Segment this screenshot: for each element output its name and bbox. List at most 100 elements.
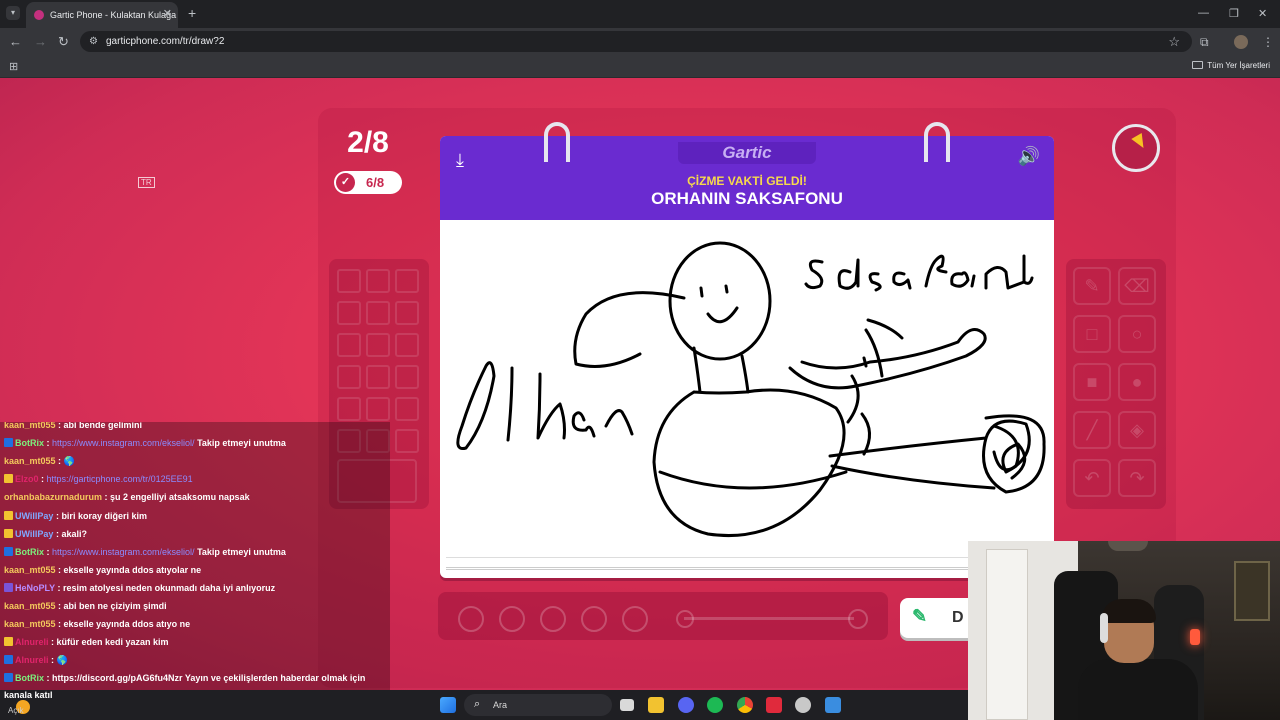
new-tab-icon[interactable]: +	[188, 5, 196, 21]
brush-size-option[interactable]	[622, 606, 648, 632]
ellipse-tool-icon[interactable]: ○	[1118, 315, 1156, 353]
chat-username[interactable]: orhanbabazurnadurum	[4, 492, 102, 502]
download-icon[interactable]: ⤓	[456, 150, 464, 171]
speaker-icon[interactable]: 🔊	[1018, 146, 1040, 167]
line-tool-icon[interactable]: ╱	[1073, 411, 1111, 449]
app-icon[interactable]	[825, 697, 841, 713]
site-info-icon[interactable]: ⚙	[89, 36, 98, 47]
chat-username[interactable]: kaan_mt055	[4, 422, 56, 430]
apps-grid-icon[interactable]: ⊞	[9, 60, 18, 73]
chat-link[interactable]: https://www.instagram.com/ekseliol/	[52, 547, 195, 557]
color-swatch[interactable]	[395, 365, 419, 389]
fill-bucket-tool-icon[interactable]: ◈	[1118, 411, 1156, 449]
brush-size-option[interactable]	[499, 606, 525, 632]
extensions-icon[interactable]: ⧉	[1200, 35, 1209, 50]
restore-icon[interactable]: ❐	[1229, 7, 1239, 20]
color-swatch[interactable]	[337, 397, 361, 421]
brush-size-option[interactable]	[581, 606, 607, 632]
chat-username[interactable]: kaan_mt055	[4, 456, 56, 466]
taskbar-search[interactable]: ⌕ Ara	[464, 694, 612, 716]
chat-text: Takip etmeyi unutma	[197, 438, 286, 449]
settings-icon[interactable]	[795, 697, 811, 713]
opacity-slider-track[interactable]	[684, 617, 854, 620]
chat-badge-icon	[4, 474, 13, 484]
color-swatch[interactable]	[366, 365, 390, 389]
app-icon[interactable]	[766, 697, 782, 713]
windows-start-icon[interactable]	[440, 697, 456, 713]
all-bookmarks-label: Tüm Yer İşaretleri	[1207, 61, 1270, 70]
chat-username[interactable]: UWillPay	[15, 511, 53, 521]
chrome-icon[interactable]	[737, 697, 753, 713]
chat-link[interactable]: https://garticphone.com/tr/0125EE91	[47, 474, 193, 484]
undo-icon[interactable]: ↶	[1073, 459, 1111, 497]
chat-username[interactable]: BotRix	[15, 438, 44, 448]
color-swatch[interactable]	[337, 365, 361, 389]
eraser-tool-icon[interactable]: ⌫	[1118, 267, 1156, 305]
tab-search-icon[interactable]: ▾	[6, 6, 20, 20]
color-swatch[interactable]	[337, 301, 361, 325]
close-tab-icon[interactable]: ✕	[163, 7, 172, 20]
timer-icon	[1112, 124, 1160, 172]
chat-text: akali?	[61, 528, 87, 539]
color-swatch[interactable]	[366, 269, 390, 293]
pencil-tool-icon[interactable]: ✎	[1073, 267, 1111, 305]
chat-message: Alnureli : küfür eden kedi yazan kim	[4, 637, 169, 647]
chat-link[interactable]: https://www.instagram.com/ekseliol/	[52, 438, 195, 448]
chat-username[interactable]: BotRix	[15, 673, 44, 683]
drawing-notebook: ⤓ Gartic ÇİZME VAKTİ GELDİ! ORHANIN SAKS…	[440, 122, 1054, 578]
color-swatch[interactable]	[337, 333, 361, 357]
chat-text: biri koray diğeri kim	[61, 510, 147, 521]
color-swatch[interactable]	[395, 269, 419, 293]
brush-size-option[interactable]	[540, 606, 566, 632]
chat-username[interactable]: UWillPay	[15, 529, 53, 539]
tab-gartic-phone[interactable]: Gartic Phone - Kulaktan Kulağa ✕	[26, 2, 178, 28]
chat-username[interactable]: BotRix	[15, 547, 44, 557]
color-swatch[interactable]	[395, 397, 419, 421]
chat-username[interactable]: Elzo0	[15, 474, 39, 484]
color-swatch[interactable]	[395, 429, 419, 453]
wall-frame	[1234, 561, 1270, 621]
chat-badge-icon	[4, 528, 13, 538]
profile-avatar[interactable]	[1234, 35, 1248, 49]
file-explorer-icon[interactable]	[648, 697, 664, 713]
stream-chat-overlay: kaan_mt055 : abi bende gelimini BotRix : …	[0, 422, 390, 690]
browser-toolbar: ← → ↻ ⚙ garticphone.com/tr/draw?2 ☆ ⧉ ⋮	[0, 28, 1280, 55]
color-swatch[interactable]	[366, 301, 390, 325]
chat-username[interactable]: Alnureli	[15, 637, 49, 647]
round-counter: 2/8	[347, 126, 389, 159]
chat-username[interactable]: Alnureli	[15, 655, 49, 665]
color-swatch[interactable]	[395, 301, 419, 325]
color-swatch[interactable]	[337, 269, 361, 293]
address-bar[interactable]: ⚙ garticphone.com/tr/draw?2 ☆	[80, 31, 1192, 52]
close-window-icon[interactable]: ✕	[1258, 7, 1267, 20]
color-swatch[interactable]	[366, 333, 390, 357]
filled-rectangle-tool-icon[interactable]: ■	[1073, 363, 1111, 401]
all-bookmarks-button[interactable]: Tüm Yer İşaretleri	[1192, 61, 1270, 70]
bookmark-star-icon[interactable]: ☆	[1168, 34, 1180, 50]
chat-username[interactable]: HeNoPLY	[15, 583, 55, 593]
drawing-canvas[interactable]	[446, 226, 1048, 558]
rectangle-tool-icon[interactable]: □	[1073, 315, 1111, 353]
filled-ellipse-tool-icon[interactable]: ●	[1118, 363, 1156, 401]
windows-taskbar: kanala katıl Açık ⌕ Ara	[0, 690, 968, 720]
notebook-header: ⤓ Gartic ÇİZME VAKTİ GELDİ! ORHANIN SAKS…	[440, 136, 1054, 220]
forward-icon[interactable]: →	[34, 34, 47, 49]
spotify-icon[interactable]	[707, 697, 723, 713]
minimize-icon[interactable]: —	[1198, 7, 1209, 19]
redo-icon[interactable]: ↷	[1118, 459, 1156, 497]
chat-username[interactable]: kaan_mt055	[4, 565, 56, 575]
task-view-icon[interactable]	[620, 699, 634, 711]
chat-message: kaan_mt055 : abi ben ne çiziyim şimdi	[4, 601, 167, 611]
reload-icon[interactable]: ↻	[58, 34, 69, 50]
ceiling-lamp	[1108, 541, 1148, 551]
discord-icon[interactable]	[678, 697, 694, 713]
color-swatch[interactable]	[395, 333, 419, 357]
menu-icon[interactable]: ⋮	[1262, 35, 1274, 49]
brush-size-option[interactable]	[458, 606, 484, 632]
prompt-label: ÇİZME VAKTİ GELDİ!	[687, 174, 807, 188]
chat-username[interactable]: kaan_mt055	[4, 601, 56, 611]
color-swatch[interactable]	[366, 397, 390, 421]
back-icon[interactable]: ←	[9, 34, 22, 49]
opacity-slider-handle[interactable]	[848, 609, 868, 629]
chat-username[interactable]: kaan_mt055	[4, 619, 56, 629]
